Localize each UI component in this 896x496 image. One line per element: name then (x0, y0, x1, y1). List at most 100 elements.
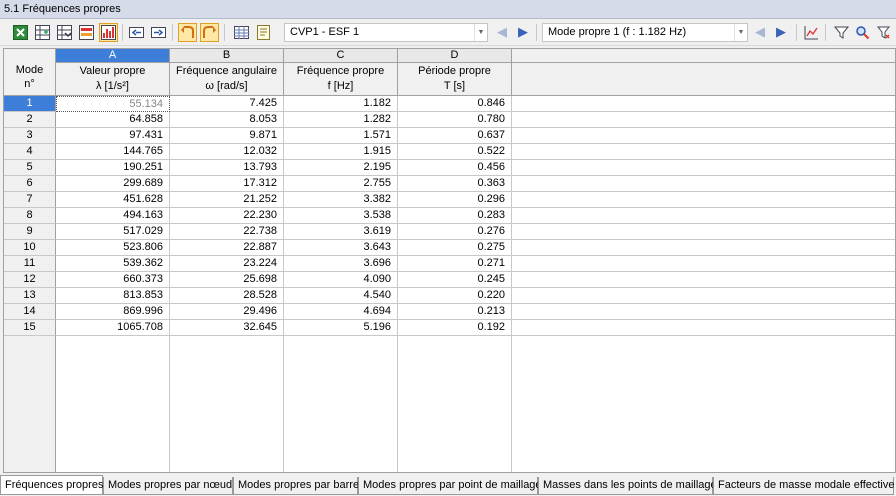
table-cell[interactable]: 22.887 (170, 240, 284, 256)
table-cell[interactable]: 25.698 (170, 272, 284, 288)
table-cell[interactable]: 2.755 (284, 176, 398, 192)
next-mode-button[interactable]: ▶ (774, 24, 788, 40)
row-number[interactable]: 14 (4, 304, 56, 320)
row-number[interactable]: 13 (4, 288, 56, 304)
table-cell[interactable]: 0.846 (398, 96, 512, 112)
table-cell[interactable]: 1.282 (284, 112, 398, 128)
row-number[interactable]: 4 (4, 144, 56, 160)
undo-button[interactable] (178, 23, 197, 42)
column-letter-c[interactable]: C (284, 49, 398, 63)
table-cell[interactable]: 1.915 (284, 144, 398, 160)
table-row[interactable]: 14 869.996 29.496 4.694 0.213 (4, 304, 895, 320)
table-cell[interactable]: 660.373 (56, 272, 170, 288)
table-row[interactable]: 3 97.431 9.871 1.571 0.637 (4, 128, 895, 144)
table-cell[interactable]: 2.195 (284, 160, 398, 176)
table-cell[interactable]: 0.283 (398, 208, 512, 224)
table-row[interactable]: 2 64.858 8.053 1.282 0.780 (4, 112, 895, 128)
table-cell[interactable]: 12.032 (170, 144, 284, 160)
row-number[interactable]: 15 (4, 320, 56, 336)
table-row[interactable]: 1 55.134 7.425 1.182 0.846 (4, 96, 895, 112)
row-number[interactable]: 12 (4, 272, 56, 288)
table-row[interactable]: 8 494.163 22.230 3.538 0.283 (4, 208, 895, 224)
row-number[interactable]: 5 (4, 160, 56, 176)
table-row[interactable]: 10 523.806 22.887 3.643 0.275 (4, 240, 895, 256)
table-cell[interactable]: 5.196 (284, 320, 398, 336)
tab-modes-par-barre[interactable]: Modes propres par barre (233, 477, 359, 495)
table-cell[interactable]: 144.765 (56, 144, 170, 160)
table-cell[interactable]: 0.363 (398, 176, 512, 192)
row-number[interactable]: 2 (4, 112, 56, 128)
row-number[interactable]: 11 (4, 256, 56, 272)
table-cell[interactable]: 0.637 (398, 128, 512, 144)
table-cell[interactable]: 1.182 (284, 96, 398, 112)
table-cell[interactable]: 0.245 (398, 272, 512, 288)
table-cell[interactable]: 0.220 (398, 288, 512, 304)
table-cell[interactable]: 0.275 (398, 240, 512, 256)
table-cell[interactable]: 0.296 (398, 192, 512, 208)
loadcase-select[interactable]: CVP1 - ESF 1 ▼ (284, 23, 488, 42)
row-number[interactable]: 7 (4, 192, 56, 208)
table-cell[interactable]: 190.251 (56, 160, 170, 176)
table-cell[interactable]: 0.780 (398, 112, 512, 128)
table-cell[interactable]: 523.806 (56, 240, 170, 256)
table-cell[interactable]: 21.252 (170, 192, 284, 208)
table-cell[interactable]: 813.853 (56, 288, 170, 304)
move-left-button[interactable] (127, 23, 146, 42)
relative-scale-button[interactable] (99, 23, 118, 42)
table-cell[interactable]: 97.431 (56, 128, 170, 144)
table-options-button[interactable] (33, 23, 52, 42)
help-button[interactable] (874, 23, 893, 42)
table-cell[interactable]: 17.312 (170, 176, 284, 192)
column-letter-a[interactable]: A (56, 49, 170, 63)
table-cell[interactable]: 0.522 (398, 144, 512, 160)
column-letter-b[interactable]: B (170, 49, 284, 63)
table-cell[interactable]: 4.540 (284, 288, 398, 304)
table-cell[interactable]: 0.271 (398, 256, 512, 272)
table-cell[interactable]: 13.793 (170, 160, 284, 176)
row-number[interactable]: 10 (4, 240, 56, 256)
table-row[interactable]: 15 1065.708 32.645 5.196 0.192 (4, 320, 895, 336)
table-cell[interactable]: 7.425 (170, 96, 284, 112)
next-loadcase-button[interactable]: ▶ (516, 24, 530, 40)
row-number[interactable]: 8 (4, 208, 56, 224)
table-row[interactable]: 6 299.689 17.312 2.755 0.363 (4, 176, 895, 192)
row-number[interactable]: 3 (4, 128, 56, 144)
table-cell[interactable]: 1065.708 (56, 320, 170, 336)
table-cell[interactable]: 32.645 (170, 320, 284, 336)
table-cell[interactable]: 539.362 (56, 256, 170, 272)
column-letter-d[interactable]: D (398, 49, 512, 63)
table-cell[interactable]: 1.571 (284, 128, 398, 144)
table-cell[interactable]: 0.276 (398, 224, 512, 240)
table-cell[interactable]: 517.029 (56, 224, 170, 240)
table-view-button[interactable] (232, 23, 251, 42)
tab-frequences-propres[interactable]: Fréquences propres (0, 475, 103, 495)
table-cell[interactable]: 3.619 (284, 224, 398, 240)
row-number[interactable]: 9 (4, 224, 56, 240)
table-row[interactable]: 7 451.628 21.252 3.382 0.296 (4, 192, 895, 208)
previous-mode-button[interactable]: ◀ (753, 24, 767, 40)
table-cell[interactable]: 869.996 (56, 304, 170, 320)
table-cell[interactable]: 0.192 (398, 320, 512, 336)
table-row[interactable]: 5 190.251 13.793 2.195 0.456 (4, 160, 895, 176)
table-cell[interactable]: 3.382 (284, 192, 398, 208)
table-cell[interactable]: 299.689 (56, 176, 170, 192)
table-cell[interactable]: 0.213 (398, 304, 512, 320)
table-cell[interactable]: 9.871 (170, 128, 284, 144)
table-cell[interactable]: 0.456 (398, 160, 512, 176)
table-cell[interactable]: 4.694 (284, 304, 398, 320)
table-cell[interactable]: 55.134 (56, 96, 170, 112)
table-cell[interactable]: 29.496 (170, 304, 284, 320)
table-row[interactable]: 11 539.362 23.224 3.696 0.271 (4, 256, 895, 272)
table-cell[interactable]: 22.230 (170, 208, 284, 224)
tab-facteurs-masse-modale[interactable]: Facteurs de masse modale effective (713, 477, 895, 495)
previous-loadcase-button[interactable]: ◀ (495, 24, 509, 40)
color-bars-button[interactable] (77, 23, 96, 42)
row-number[interactable]: 6 (4, 176, 56, 192)
table-cell[interactable]: 22.738 (170, 224, 284, 240)
table-cell[interactable]: 64.858 (56, 112, 170, 128)
table-cell[interactable]: 494.163 (56, 208, 170, 224)
table-cell[interactable]: 28.528 (170, 288, 284, 304)
table-cell[interactable]: 3.643 (284, 240, 398, 256)
table-cell[interactable]: 23.224 (170, 256, 284, 272)
table-row[interactable]: 9 517.029 22.738 3.619 0.276 (4, 224, 895, 240)
